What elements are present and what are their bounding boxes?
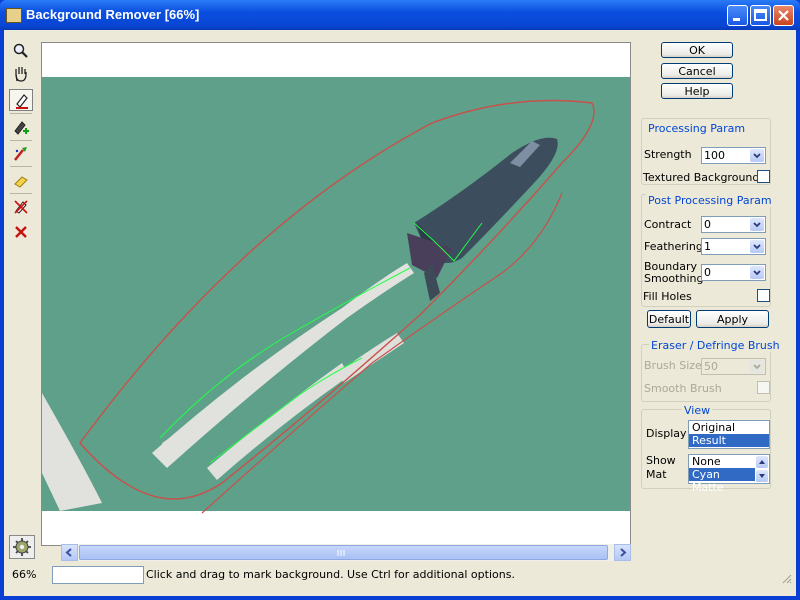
- horizontal-scrollbar[interactable]: [61, 544, 631, 561]
- help-button[interactable]: Help: [661, 83, 733, 99]
- chevron-right-icon: [620, 548, 627, 557]
- maximize-button[interactable]: [750, 5, 771, 26]
- smooth-brush-checkbox: [757, 381, 770, 394]
- marker-plus-icon: [14, 121, 29, 135]
- fill-holes-label: Fill Holes: [643, 290, 692, 303]
- mark-background-brush-button[interactable]: [9, 89, 33, 111]
- close-button[interactable]: [773, 5, 794, 26]
- magnifier-icon: [13, 43, 28, 58]
- red-x-icon: [15, 226, 27, 238]
- status-field: [52, 566, 144, 584]
- scroll-left-button[interactable]: [61, 544, 78, 561]
- chevron-down-icon: [759, 474, 765, 478]
- show-label: Show: [646, 454, 676, 467]
- chevron-down-icon[interactable]: [750, 218, 764, 231]
- canvas-image: [42, 77, 630, 514]
- strength-label: Strength: [644, 148, 692, 161]
- eraser-tool-button[interactable]: [9, 170, 33, 192]
- mat-label: Mat: [646, 468, 667, 481]
- pen-cross-icon: [14, 200, 28, 214]
- chevron-down-icon[interactable]: [750, 149, 764, 162]
- feathering-select[interactable]: 1: [701, 238, 766, 255]
- display-option-original[interactable]: Original: [689, 421, 769, 434]
- ok-button[interactable]: OK: [661, 42, 733, 58]
- strength-select[interactable]: 100: [701, 147, 766, 164]
- processing-param-title: Processing Param: [646, 122, 748, 135]
- show-mat-option-cyan-matte[interactable]: Cyan Matte: [689, 468, 755, 494]
- strength-value: 100: [704, 149, 725, 162]
- hand-icon: [15, 67, 27, 82]
- title-bar[interactable]: Background Remover [66%]: [0, 0, 800, 30]
- tool-palette: [4, 30, 38, 560]
- boundary-smoothing-value: 0: [704, 266, 711, 279]
- marker-pen-icon: [16, 94, 28, 109]
- magic-brush-button[interactable]: [9, 143, 33, 165]
- post-processing-title: Post Processing Param: [646, 194, 774, 207]
- gear-icon: [13, 538, 31, 556]
- contract-select[interactable]: 0: [701, 216, 766, 233]
- feathering-label: Feathering: [644, 240, 703, 253]
- image-canvas[interactable]: [41, 42, 631, 546]
- scroll-right-button[interactable]: [614, 544, 631, 561]
- app-icon: [6, 8, 22, 23]
- show-mat-listbox[interactable]: None Cyan Matte: [688, 454, 770, 494]
- smooth-brush-label: Smooth Brush: [644, 382, 722, 395]
- smoothing-label: Smoothing: [644, 272, 704, 285]
- contract-label: Contract: [644, 218, 692, 231]
- magic-brush-icon: [14, 147, 27, 161]
- textured-background-label: Textured Background: [643, 171, 760, 184]
- chevron-down-icon[interactable]: [750, 266, 764, 279]
- display-listbox[interactable]: Original Result: [688, 420, 770, 449]
- display-option-result[interactable]: Result: [689, 434, 769, 447]
- window-client: 66% Click and drag to mark background. U…: [4, 30, 796, 596]
- feathering-value: 1: [704, 240, 711, 253]
- scroll-thumb[interactable]: [79, 545, 608, 560]
- eraser-icon: [14, 176, 28, 188]
- hand-tool-button[interactable]: [9, 63, 33, 85]
- apply-button[interactable]: Apply: [696, 310, 769, 328]
- boundary-smoothing-select[interactable]: 0: [701, 264, 766, 281]
- brush-size-label: Brush Size: [644, 359, 702, 372]
- spin-up-button[interactable]: [756, 456, 768, 468]
- window-title: Background Remover [66%]: [26, 7, 200, 22]
- cancel-button[interactable]: Cancel: [661, 63, 733, 79]
- zoom-level: 66%: [12, 568, 37, 581]
- minimize-button[interactable]: [727, 5, 748, 26]
- zoom-tool-button[interactable]: [9, 40, 33, 62]
- mark-foreground-brush-button[interactable]: [9, 117, 33, 139]
- view-title: View: [682, 404, 713, 417]
- eraser-brush-title: Eraser / Defringe Brush: [649, 339, 782, 352]
- spin-down-button[interactable]: [756, 470, 768, 482]
- textured-background-checkbox[interactable]: [757, 170, 770, 183]
- status-message: Click and drag to mark background. Use C…: [146, 568, 515, 581]
- app-window: Background Remover [66%] 66% Click and d…: [0, 0, 800, 600]
- chevron-down-icon[interactable]: [750, 240, 764, 253]
- close-icon: [778, 10, 789, 21]
- clear-marks-tool-button[interactable]: [9, 196, 33, 218]
- chevron-down-icon: [750, 360, 764, 373]
- chevron-up-icon: [759, 460, 765, 464]
- grip-lines-icon: [337, 550, 345, 556]
- fill-holes-checkbox[interactable]: [757, 289, 770, 302]
- status-bar: 66% Click and drag to mark background. U…: [4, 564, 796, 586]
- delete-tool-button[interactable]: [9, 221, 33, 243]
- chevron-left-icon: [65, 548, 72, 557]
- settings-button[interactable]: [9, 535, 35, 559]
- default-button[interactable]: Default: [647, 310, 691, 328]
- maximize-icon: [754, 9, 767, 21]
- brush-size-select: 50: [701, 358, 766, 375]
- minimize-icon: [733, 18, 740, 21]
- display-label: Display: [646, 427, 687, 440]
- resize-grip-icon[interactable]: [780, 572, 792, 584]
- brush-size-value: 50: [704, 360, 718, 373]
- contract-value: 0: [704, 218, 711, 231]
